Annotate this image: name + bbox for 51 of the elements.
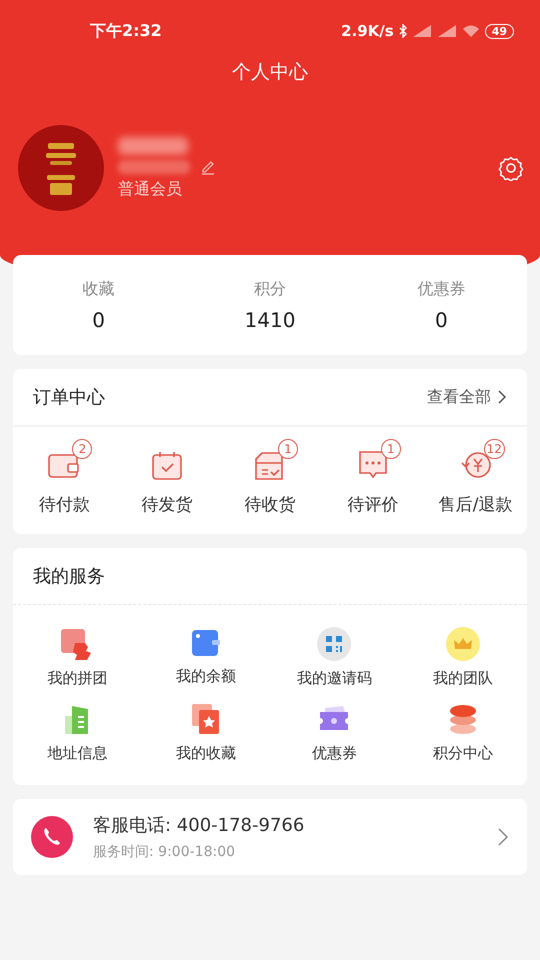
order-status-button[interactable]: 待发货 xyxy=(116,441,219,516)
chevron-icon xyxy=(497,389,507,405)
stat-label: 积分 xyxy=(254,278,286,300)
phone-icon xyxy=(31,816,73,858)
section-title: 订单中心 xyxy=(33,386,105,409)
view-all-link[interactable]: 查看全部 xyxy=(427,386,507,408)
service-button[interactable]: 我的收藏 xyxy=(142,702,270,763)
signal-icon xyxy=(412,24,432,38)
count-badge: 12 xyxy=(484,439,505,459)
service-hours: 服务时间: 9:00-18:00 xyxy=(93,843,236,861)
service-button[interactable]: 优惠券 xyxy=(270,702,398,763)
count-badge: 2 xyxy=(72,439,92,459)
calendar-icon xyxy=(151,451,184,481)
member-level: 普通会员 xyxy=(118,178,183,200)
service-button[interactable]: 积分中心 xyxy=(398,702,527,763)
package-icon xyxy=(254,451,286,481)
stat-label: 优惠券 xyxy=(417,278,466,300)
count-badge: 1 xyxy=(380,439,401,459)
order-status-button[interactable]: 1 待评价 xyxy=(321,441,424,516)
stat-label: 收藏 xyxy=(82,278,115,300)
service-button[interactable]: 我的邀请码 xyxy=(270,627,398,688)
chat-icon xyxy=(356,449,389,481)
service-phone: 客服电话: 400-178-9766 xyxy=(93,814,306,837)
order-status-button[interactable]: 12 售后/退款 xyxy=(424,441,527,516)
page-title: 个人中心 xyxy=(231,60,309,85)
wallet-icon xyxy=(48,453,80,481)
qr-code-icon xyxy=(317,627,352,661)
count-badge: 1 xyxy=(278,439,298,459)
order-status-button[interactable]: 2 待付款 xyxy=(13,441,116,516)
section-title: 我的服务 xyxy=(33,565,105,588)
network-speed: 2.9K/s xyxy=(341,22,394,40)
status-time: 下午2:32 xyxy=(90,20,162,42)
service-button[interactable]: 地址信息 xyxy=(13,702,142,763)
service-button[interactable]: 我的拼团 xyxy=(13,627,142,688)
signal-icon xyxy=(436,24,457,38)
blurred-name xyxy=(118,136,188,154)
stat-value: 0 xyxy=(434,308,448,332)
wifi-icon xyxy=(462,24,480,38)
bluetooth-icon xyxy=(398,24,407,38)
service-button[interactable]: 我的余额 xyxy=(142,627,270,688)
blurred-id xyxy=(118,160,190,174)
stat-value: 1410 xyxy=(244,308,296,332)
service-button[interactable]: 我的团队 xyxy=(398,627,527,688)
order-status-button[interactable]: 1 待收货 xyxy=(218,441,322,516)
settings-icon[interactable] xyxy=(498,155,524,181)
stat-value: 0 xyxy=(92,308,106,332)
chevron-icon xyxy=(497,827,509,847)
edit-icon[interactable] xyxy=(200,158,216,174)
battery-level: 49 xyxy=(484,24,514,38)
crown-icon xyxy=(446,627,480,661)
support-card[interactable]: 客服电话: 400-178-9766 服务时间: 9:00-18:00 xyxy=(13,799,527,875)
